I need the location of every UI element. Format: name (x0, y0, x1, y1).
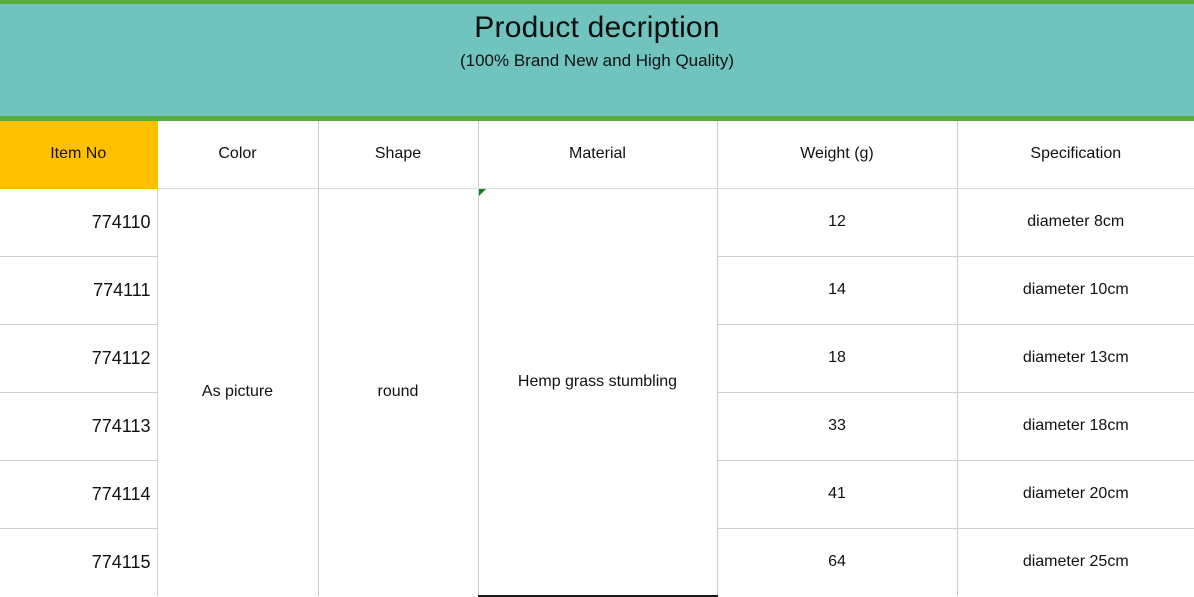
cell-item-no[interactable]: 774110 (0, 188, 158, 257)
cell-weight[interactable]: 12 (717, 188, 958, 257)
cell-specification[interactable]: diameter 13cm (957, 324, 1194, 393)
product-description-sheet: Product decription (100% Brand New and H… (0, 0, 1194, 597)
table-row: 774110 As picture round Hemp grass stumb… (0, 188, 1194, 597)
cell-item-no[interactable]: 774111 (0, 256, 158, 325)
column-header-shape[interactable]: Shape (318, 121, 479, 189)
cell-item-no[interactable]: 774115 (0, 528, 158, 596)
cell-specification[interactable]: diameter 10cm (957, 256, 1194, 325)
page-title: Product decription (474, 11, 720, 44)
cell-weight[interactable]: 41 (717, 460, 958, 529)
cell-specification[interactable]: diameter 25cm (957, 528, 1194, 596)
cell-comment-indicator-icon (478, 188, 486, 196)
cell-weight[interactable]: 64 (717, 528, 958, 596)
cell-item-no[interactable]: 774113 (0, 392, 158, 461)
product-table: Item No Color Shape Material Weight (g) … (0, 121, 1194, 597)
cell-material-merged[interactable]: Hemp grass stumbling (478, 188, 718, 597)
cell-weight[interactable]: 18 (717, 324, 958, 393)
cell-item-no[interactable]: 774112 (0, 324, 158, 393)
column-header-item-no[interactable]: Item No (0, 121, 158, 189)
cell-shape-merged[interactable]: round (318, 188, 479, 596)
table-header-row: Item No Color Shape Material Weight (g) … (0, 121, 1194, 189)
product-table-wrapper: Item No Color Shape Material Weight (g) … (0, 121, 1194, 597)
page-subtitle: (100% Brand New and High Quality) (459, 51, 735, 70)
cell-weight[interactable]: 14 (717, 256, 958, 325)
cell-specification[interactable]: diameter 8cm (957, 188, 1194, 257)
column-header-weight[interactable]: Weight (g) (717, 121, 958, 189)
column-header-color[interactable]: Color (157, 121, 319, 189)
cell-color-merged[interactable]: As picture (157, 188, 319, 596)
cell-material-label: Hemp grass stumbling (517, 372, 678, 390)
cell-specification[interactable]: diameter 20cm (957, 460, 1194, 529)
cell-item-no[interactable]: 774114 (0, 460, 158, 529)
column-header-specification[interactable]: Specification (957, 121, 1194, 189)
column-header-material[interactable]: Material (478, 121, 718, 189)
cell-weight[interactable]: 33 (717, 392, 958, 461)
cell-specification[interactable]: diameter 18cm (957, 392, 1194, 461)
banner: Product decription (100% Brand New and H… (0, 0, 1194, 121)
